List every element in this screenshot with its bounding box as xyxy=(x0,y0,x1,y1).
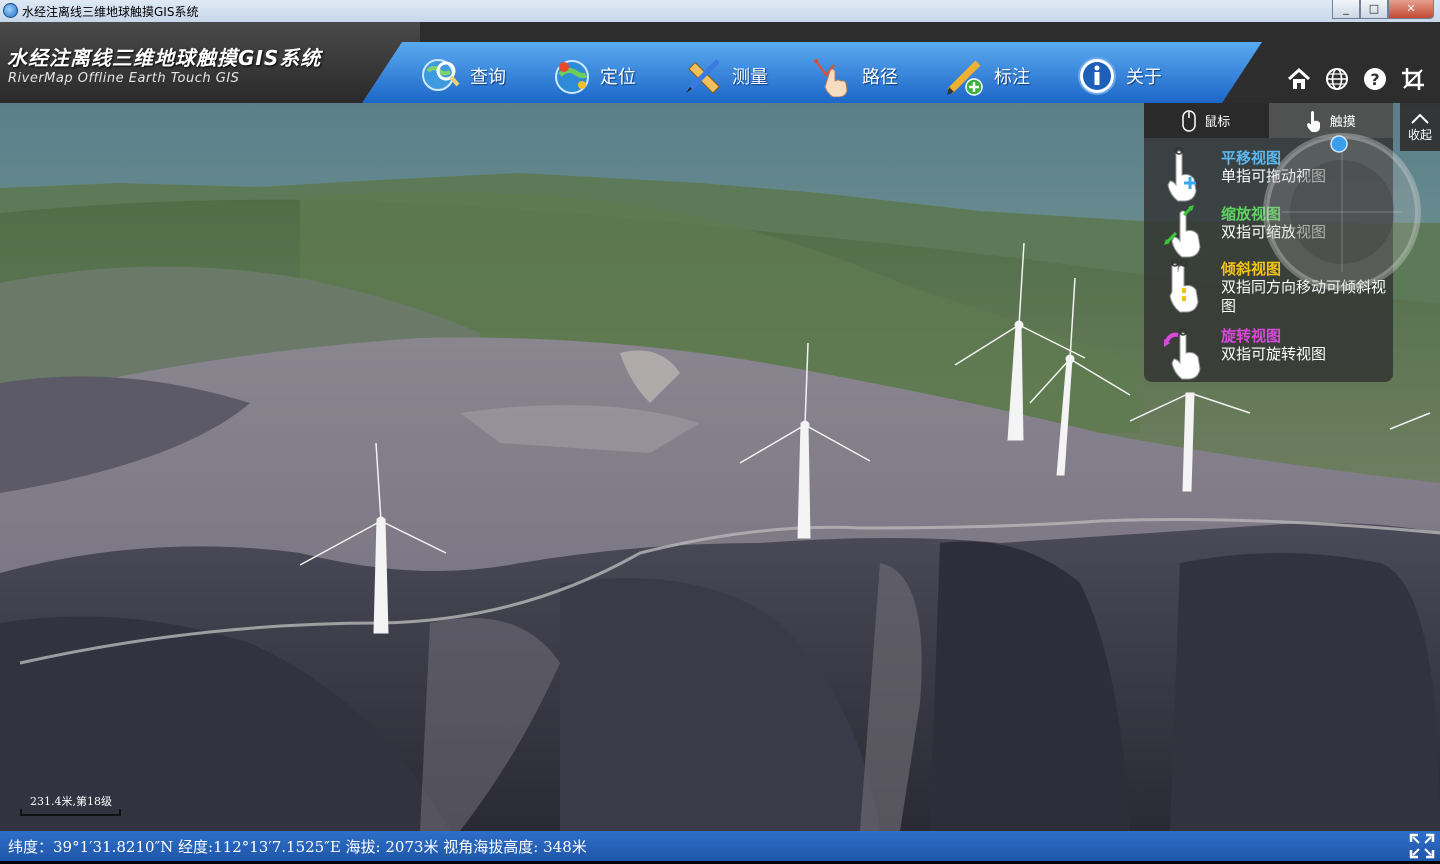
nav-about[interactable]: 关于 xyxy=(1076,54,1162,98)
brand-title: 水经注离线三维地球触摸GIS系统 xyxy=(7,46,322,70)
nav-measure-label: 测量 xyxy=(732,67,768,88)
brand-subtitle: RiverMap Offline Earth Touch GIS xyxy=(8,71,240,86)
nav-annotate-label: 标注 xyxy=(994,67,1030,88)
locate-globe-icon xyxy=(550,55,592,97)
crop-icon[interactable] xyxy=(1398,64,1428,94)
tilt-gesture-icon xyxy=(1169,259,1199,313)
help-icon[interactable]: ? xyxy=(1360,64,1390,94)
scale-ruler xyxy=(20,809,121,816)
route-hand-icon xyxy=(812,55,854,98)
brand-area: 水经注离线三维地球触摸GIS系统 RiverMap Offline Earth … xyxy=(0,22,420,103)
home-icon[interactable] xyxy=(1284,64,1314,94)
pan-gesture-icon xyxy=(1167,147,1197,202)
tab-mouse[interactable]: 鼠标 xyxy=(1144,103,1269,138)
coordinate-readout: 纬度：39°1′31.8210″N 经度:112°13′7.1525″E 海拔:… xyxy=(8,838,587,856)
nav-query[interactable]: 查询 xyxy=(420,54,506,98)
nav-measure[interactable]: 测量 xyxy=(682,54,768,98)
app-icon xyxy=(3,3,18,18)
compass-north-knob[interactable] xyxy=(1330,135,1348,153)
nav-route-label: 路径 xyxy=(862,67,898,88)
gesture-rotate: 旋转视图 双指可旋转视图 xyxy=(1144,325,1393,381)
nav-query-label: 查询 xyxy=(470,67,506,88)
zoom-gesture-icon xyxy=(1164,205,1201,258)
navigation-compass[interactable] xyxy=(1262,132,1422,292)
nav-about-label: 关于 xyxy=(1126,67,1162,88)
nav-locate[interactable]: 定位 xyxy=(550,54,636,98)
ruler-pencil-icon xyxy=(682,55,724,97)
collapse-button[interactable]: 收起 xyxy=(1400,103,1440,151)
maximize-button[interactable]: □ xyxy=(1360,0,1388,19)
info-icon xyxy=(1076,55,1118,97)
rotate-gesture-icon xyxy=(1164,328,1201,380)
globe-icon[interactable] xyxy=(1322,64,1352,94)
minimize-button[interactable]: _ xyxy=(1332,0,1360,19)
tab-mouse-label: 鼠标 xyxy=(1204,115,1231,130)
nav-route[interactable]: 路径 xyxy=(812,54,898,98)
scale-bar: 231.4米,第18级 xyxy=(20,793,121,817)
hand-pointer-icon xyxy=(1306,110,1320,132)
chevron-up-icon xyxy=(1411,113,1429,124)
window-title-bar: 水经注离线三维地球触摸GIS系统 _ □ ✕ xyxy=(0,0,1440,23)
window-controls: _ □ ✕ xyxy=(1332,0,1434,19)
fullscreen-button[interactable] xyxy=(1408,832,1436,860)
close-button[interactable]: ✕ xyxy=(1388,0,1434,19)
nav-annotate[interactable]: 标注 xyxy=(944,54,1030,98)
toolbar-right: ? xyxy=(1284,64,1436,94)
status-bar: 纬度：39°1′31.8210″N 经度:112°13′7.1525″E 海拔:… xyxy=(0,831,1440,861)
svg-text:?: ? xyxy=(1370,70,1379,89)
search-globe-icon xyxy=(420,55,462,97)
nav-locate-label: 定位 xyxy=(600,67,636,88)
collapse-label: 收起 xyxy=(1407,128,1432,142)
window-title: 水经注离线三维地球触摸GIS系统 xyxy=(22,5,199,19)
gesture-rotate-desc: 双指可旋转视图 xyxy=(1221,345,1327,363)
mouse-icon xyxy=(1182,109,1196,132)
fullscreen-icon xyxy=(1409,833,1435,859)
gesture-rotate-title: 旋转视图 xyxy=(1221,327,1282,345)
tab-touch-label: 触摸 xyxy=(1329,115,1356,130)
annotate-pencil-icon xyxy=(944,55,986,97)
